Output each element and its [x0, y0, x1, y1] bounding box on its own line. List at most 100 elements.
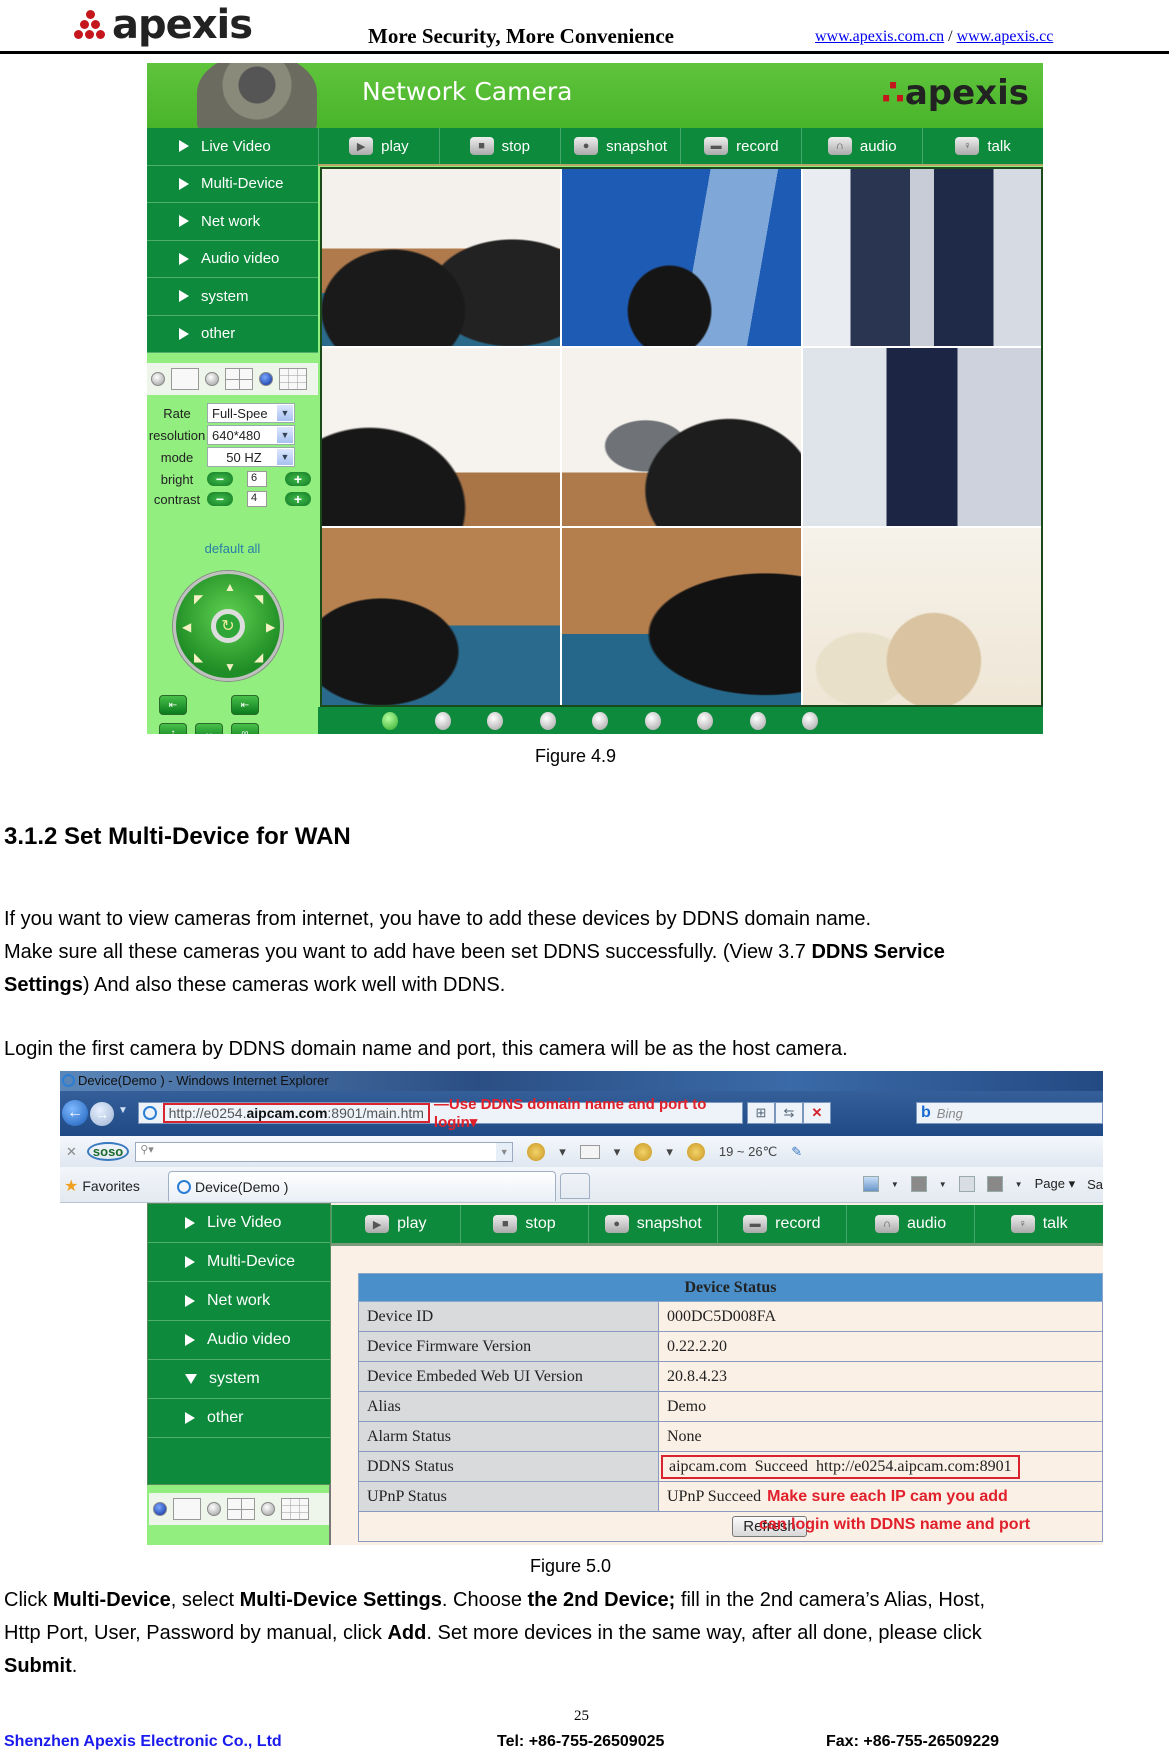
refresh-icon[interactable]: ⇆ [775, 1102, 803, 1124]
preset-right-button[interactable]: ⇤ [231, 695, 259, 715]
close-toolbar-icon[interactable]: ✕ [66, 1144, 77, 1160]
sidebar-item-live-video[interactable]: Live Video [147, 128, 318, 166]
stop-button[interactable]: ■ stop [438, 128, 560, 164]
video-feed-9[interactable] [802, 527, 1041, 705]
audio-button[interactable]: ∩ audio [801, 128, 922, 164]
arrow-down-right-icon[interactable]: ◢ [254, 650, 263, 664]
bright-minus-button[interactable]: − [207, 472, 233, 486]
talk-button[interactable]: ♀ talk [922, 128, 1043, 164]
arrow-right-icon[interactable]: ▶ [266, 620, 275, 634]
soso-search-input[interactable]: ⚲▾ ▼ [135, 1141, 514, 1162]
video-feed-2[interactable] [562, 169, 801, 347]
ir-button[interactable]: ∞ [231, 723, 259, 734]
arrow-down-icon[interactable]: ▼ [224, 660, 236, 674]
preset-left-button[interactable]: ⇤ [159, 695, 187, 715]
patrol-horizontal-button[interactable]: ↔ [195, 723, 223, 734]
compatibility-view-icon[interactable]: ⊞ [747, 1102, 775, 1124]
channel-dot[interactable] [382, 712, 398, 730]
search-input[interactable]: b Bing [916, 1102, 1103, 1124]
sidebar-item-multi-device[interactable]: Multi-Device [148, 1243, 330, 1282]
audio-button[interactable]: ∩ audio [845, 1205, 975, 1243]
sidebar-item-audio-video[interactable]: Audio video [148, 1321, 330, 1360]
layout-1-radio[interactable] [153, 1502, 167, 1516]
ptz-control-pad[interactable]: ▲ ▼ ◀ ▶ ◤ ◥ ◣ ◢ ↻ [173, 571, 283, 681]
resolution-select[interactable]: 640*480 ▼ [207, 425, 295, 445]
status-key: Alarm Status [358, 1421, 659, 1452]
talk-button[interactable]: ♀ talk [974, 1205, 1103, 1243]
record-button[interactable]: ▬ record [717, 1205, 846, 1243]
rate-select[interactable]: Full-Spee ▼ [207, 403, 295, 423]
channel-dot[interactable] [539, 712, 556, 730]
sidebar-item-audio-video[interactable]: Audio video [147, 241, 318, 278]
stop-button[interactable]: ■ stop [459, 1205, 589, 1243]
video-feed-1[interactable] [322, 169, 561, 347]
favorites-button[interactable]: ★ Favorites [64, 1176, 140, 1196]
patrol-vertical-button[interactable]: ↕ [159, 723, 187, 734]
video-feed-3[interactable] [802, 169, 1041, 347]
home-icon[interactable] [862, 1176, 879, 1192]
channel-dot[interactable] [749, 712, 766, 730]
mail-icon[interactable] [579, 1144, 600, 1159]
sidebar-item-system[interactable]: system [148, 1360, 330, 1399]
bright-plus-button[interactable]: + [285, 472, 311, 486]
play-button[interactable]: ▶ play [318, 128, 439, 164]
print-icon[interactable] [986, 1176, 1003, 1192]
layout-4-radio[interactable] [205, 372, 219, 386]
browser-tab[interactable]: Device(Demo ) [168, 1171, 556, 1201]
sidebar-item-system[interactable]: system [147, 278, 318, 316]
snapshot-button[interactable]: ● snapshot [588, 1205, 717, 1243]
arrow-up-icon[interactable]: ▲ [224, 580, 236, 594]
feeds-icon[interactable] [910, 1176, 927, 1192]
video-feed-6[interactable] [802, 348, 1041, 526]
bright-value-field[interactable]: 6 [247, 471, 267, 487]
contrast-value-field[interactable]: 4 [247, 491, 267, 507]
sidebar-item-network[interactable]: Net work [148, 1282, 330, 1321]
arrow-down-left-icon[interactable]: ◣ [194, 650, 203, 664]
play-button[interactable]: ▶ play [331, 1205, 460, 1243]
new-tab-button[interactable] [560, 1173, 590, 1199]
layout-9-radio[interactable] [259, 372, 273, 386]
sidebar-item-network[interactable]: Net work [147, 203, 318, 241]
record-button[interactable]: ▬ record [680, 128, 801, 164]
default-all-link[interactable]: default all [147, 541, 318, 556]
sidebar-item-live-video[interactable]: Live Video [148, 1204, 330, 1243]
layout-9-radio[interactable] [261, 1502, 275, 1516]
address-input[interactable]: http://e0254.aipcam.com:8901/main.htm —U… [138, 1096, 743, 1131]
mode-select[interactable]: 50 HZ ▼ [207, 447, 295, 467]
page-menu[interactable]: Page ▾ [1035, 1176, 1076, 1192]
channel-dot[interactable] [802, 712, 818, 730]
brush-icon[interactable]: ✎ [791, 1144, 802, 1160]
channel-dot[interactable] [697, 712, 713, 730]
history-dropdown-icon[interactable]: ▼ [118, 1105, 128, 1116]
arrow-left-icon[interactable]: ◀ [182, 620, 191, 634]
channel-dot[interactable] [434, 712, 451, 730]
video-feed-4[interactable] [322, 348, 561, 526]
channel-dot[interactable] [487, 712, 503, 730]
star-badge-icon[interactable] [527, 1142, 546, 1161]
link-apexis-cc[interactable]: www.apexis.cc [957, 28, 1054, 45]
link-apexis-cn[interactable]: www.apexis.com.cn [815, 28, 944, 45]
safety-menu[interactable]: Sa [1087, 1177, 1103, 1192]
contrast-plus-button[interactable]: + [285, 492, 311, 506]
forward-button[interactable]: → [90, 1102, 114, 1126]
window-title: Device(Demo ) - Windows Internet Explore… [78, 1073, 329, 1088]
help-icon[interactable] [634, 1142, 653, 1161]
arrow-up-left-icon[interactable]: ◤ [194, 592, 203, 606]
snapshot-button[interactable]: ● snapshot [559, 128, 681, 164]
sidebar-item-other[interactable]: other [147, 316, 318, 353]
video-feed-8[interactable] [562, 527, 801, 705]
channel-dot[interactable] [644, 712, 661, 730]
ptz-center-button[interactable]: ↻ [211, 609, 245, 643]
stop-loading-icon[interactable]: ✕ [803, 1102, 831, 1124]
contrast-minus-button[interactable]: − [207, 492, 233, 506]
arrow-up-right-icon[interactable]: ◥ [254, 592, 263, 606]
layout-4-radio[interactable] [207, 1502, 221, 1516]
back-button[interactable]: ← [62, 1100, 88, 1126]
read-mail-icon[interactable] [958, 1176, 975, 1192]
video-feed-5[interactable] [562, 348, 801, 526]
channel-dot[interactable] [592, 712, 608, 730]
sidebar-item-multi-device[interactable]: Multi-Device [147, 166, 318, 203]
layout-1-radio[interactable] [151, 372, 165, 386]
video-feed-7[interactable] [322, 527, 561, 705]
sidebar-item-other[interactable]: other [148, 1399, 330, 1438]
